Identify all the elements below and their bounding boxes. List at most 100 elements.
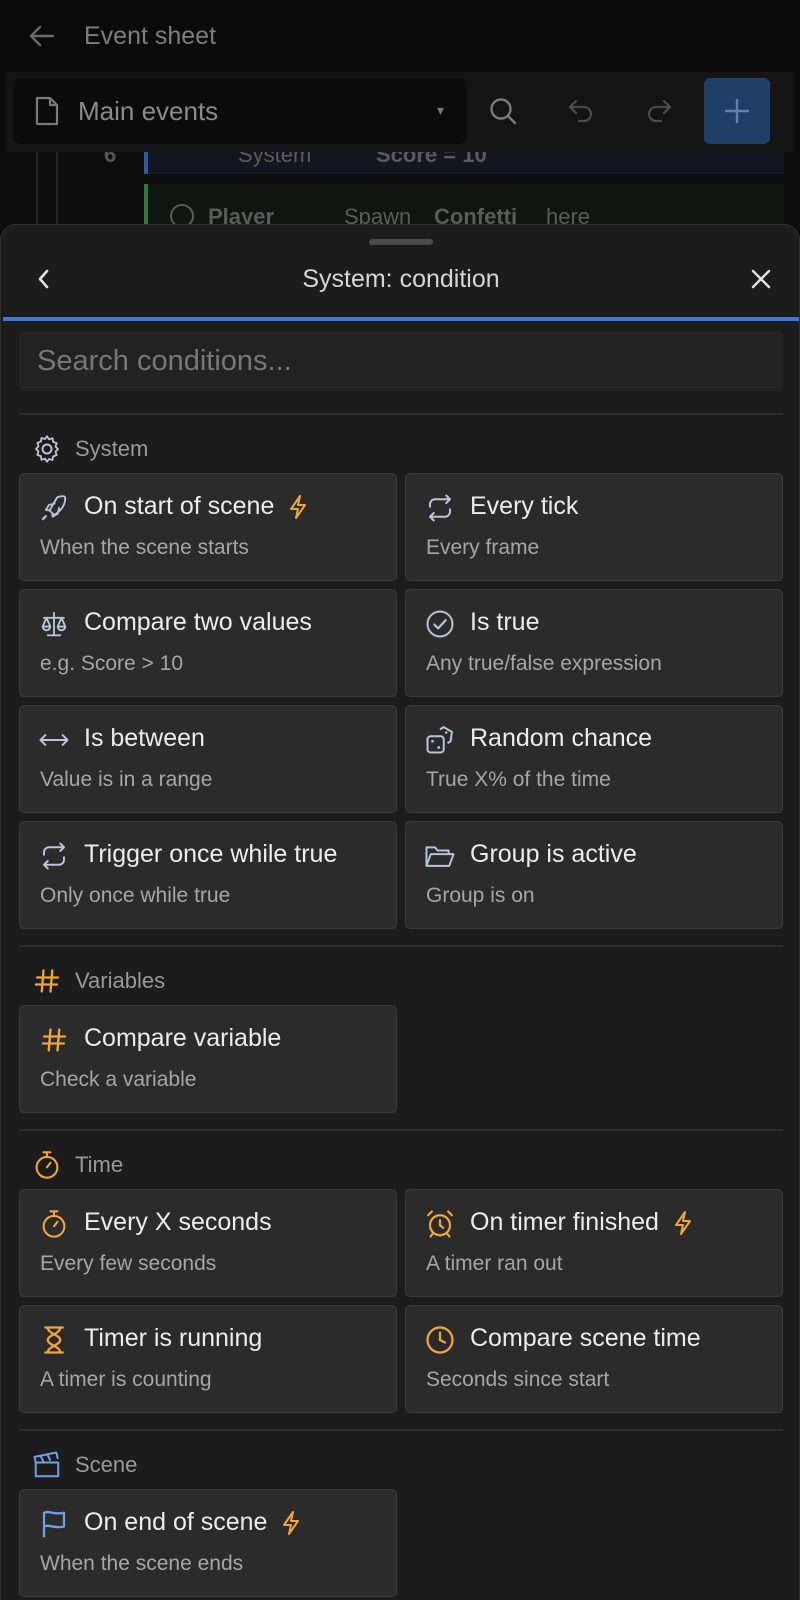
condition-card-on-end-of-scene[interactable]: On end of scene When the scene ends (19, 1489, 397, 1597)
sheet-header: System: condition (1, 247, 799, 313)
undo-icon (568, 99, 593, 123)
hash-icon (31, 965, 63, 997)
condition-title: On timer finished (470, 1208, 659, 1236)
condition-card-every-tick[interactable]: Every tick Every frame (405, 473, 783, 581)
condition-description: Only once while true (40, 884, 231, 907)
close-icon (751, 269, 771, 289)
section-divider (19, 1429, 783, 1431)
condition-title: Is true (470, 608, 540, 636)
back-arrow-icon[interactable] (22, 16, 62, 56)
plus-icon (724, 98, 750, 124)
condition-title: On end of scene (84, 1508, 268, 1536)
event-sheet-select[interactable]: Main events ▾ (14, 78, 466, 144)
condition-title: Random chance (470, 724, 653, 752)
stopwatch-icon (31, 1149, 63, 1181)
event-sheet-name: Main events (78, 95, 219, 126)
section-header-system: System (31, 433, 148, 465)
condition-description: True X% of the time (426, 768, 611, 791)
condition-title: On start of scene (84, 492, 275, 520)
condition-title: Is between (84, 724, 205, 752)
condition-picker-sheet: System: condition System On start of sce… (0, 224, 800, 1600)
redo-icon (647, 99, 672, 123)
condition-card-random-chance[interactable]: Random chance True X% of the time (405, 705, 783, 813)
section-title: System (75, 436, 149, 461)
search-icon (490, 98, 517, 125)
condition-title: Every tick (470, 492, 579, 520)
event-number: 6 (104, 152, 117, 167)
section-divider (19, 413, 783, 415)
check-circle-icon (424, 608, 456, 640)
condition-card-group-is-active[interactable]: Group is active Group is on (405, 821, 783, 929)
close-button[interactable] (741, 259, 781, 299)
folder-open-icon (424, 840, 456, 872)
rocket-icon (38, 492, 70, 524)
search-button[interactable] (470, 78, 536, 144)
condition-description: When the scene ends (40, 1552, 244, 1575)
condition-description: Group is on (426, 884, 535, 907)
section-header-variables: Variables (31, 965, 165, 997)
section-header-time: Time (31, 1149, 123, 1181)
condition-card-on-start-of-scene[interactable]: On start of scene When the scene starts (19, 473, 397, 581)
clapperboard-icon (31, 1449, 63, 1481)
alarm-clock-icon (424, 1208, 456, 1240)
condition-description: Any true/false expression (426, 652, 662, 675)
section-title: Scene (75, 1452, 138, 1477)
app-bar: Event sheet (0, 0, 800, 72)
condition-description: Every frame (426, 536, 540, 559)
condition-title: Timer is running (84, 1324, 263, 1352)
section-title: Variables (75, 968, 166, 993)
condition-card-is-between[interactable]: Is between Value is in a range (19, 705, 397, 813)
condition-title: Trigger once while true (84, 840, 338, 868)
chevron-down-icon: ▾ (436, 102, 444, 118)
section-title: Time (75, 1152, 124, 1177)
scale-icon (38, 608, 70, 640)
document-icon (34, 96, 60, 126)
stopwatch-icon (38, 1208, 70, 1240)
condition-description: Value is in a range (40, 768, 213, 791)
toolbar: Main events ▾ (6, 72, 794, 152)
header-accent-bar (3, 317, 799, 321)
condition-card-compare-scene-time[interactable]: Compare scene time Seconds since start (405, 1305, 783, 1413)
dice-icon (424, 724, 456, 756)
app-title: Event sheet (84, 21, 217, 50)
trigger-bolt-icon (671, 1210, 695, 1236)
hourglass-icon (38, 1324, 70, 1356)
condition-title: Group is active (470, 840, 637, 868)
arrows-horizontal-icon (38, 724, 70, 756)
condition-title: Compare scene time (470, 1324, 701, 1352)
repeat-icon (38, 840, 70, 872)
undo-button[interactable] (548, 78, 614, 144)
add-event-button[interactable] (704, 78, 770, 144)
sheet-title: System: condition (302, 265, 500, 293)
search-input[interactable] (19, 331, 783, 391)
redo-button[interactable] (626, 78, 692, 144)
event-list: 6 System Score = 10 Player Spawn Confett… (6, 152, 794, 232)
condition-description: A timer is counting (40, 1368, 212, 1391)
event-condition-row[interactable]: System Score = 10 (144, 152, 784, 174)
condition-card-every-x-seconds[interactable]: Every X seconds Every few seconds (19, 1189, 397, 1297)
gutter-line (36, 152, 38, 232)
condition-card-trigger-once-while-true[interactable]: Trigger once while true Only once while … (19, 821, 397, 929)
condition-description: Check a variable (40, 1068, 197, 1091)
drag-handle[interactable] (369, 239, 433, 245)
condition-description: e.g. Score > 10 (40, 652, 184, 675)
condition-card-compare-variable[interactable]: Compare variable Check a variable (19, 1005, 397, 1113)
repeat-icon (424, 492, 456, 524)
condition-card-is-true[interactable]: Is true Any true/false expression (405, 589, 783, 697)
condition-description: A timer ran out (426, 1252, 563, 1275)
condition-title: Compare variable (84, 1024, 282, 1052)
section-divider (19, 1129, 783, 1131)
trigger-bolt-icon (279, 1510, 303, 1536)
condition-title: Compare two values (84, 608, 312, 636)
condition-description: When the scene starts (40, 536, 249, 559)
flag-icon (38, 1508, 70, 1540)
condition-card-compare-two-values[interactable]: Compare two values e.g. Score > 10 (19, 589, 397, 697)
condition-title: Every X seconds (84, 1208, 272, 1236)
gutter-line (56, 152, 58, 232)
section-header-scene: Scene (31, 1449, 137, 1481)
hash-icon (38, 1024, 70, 1056)
condition-card-timer-is-running[interactable]: Timer is running A timer is counting (19, 1305, 397, 1413)
condition-card-on-timer-finished[interactable]: On timer finished A timer ran out (405, 1189, 783, 1297)
event-object: System (238, 152, 312, 167)
condition-description: Every few seconds (40, 1252, 217, 1275)
